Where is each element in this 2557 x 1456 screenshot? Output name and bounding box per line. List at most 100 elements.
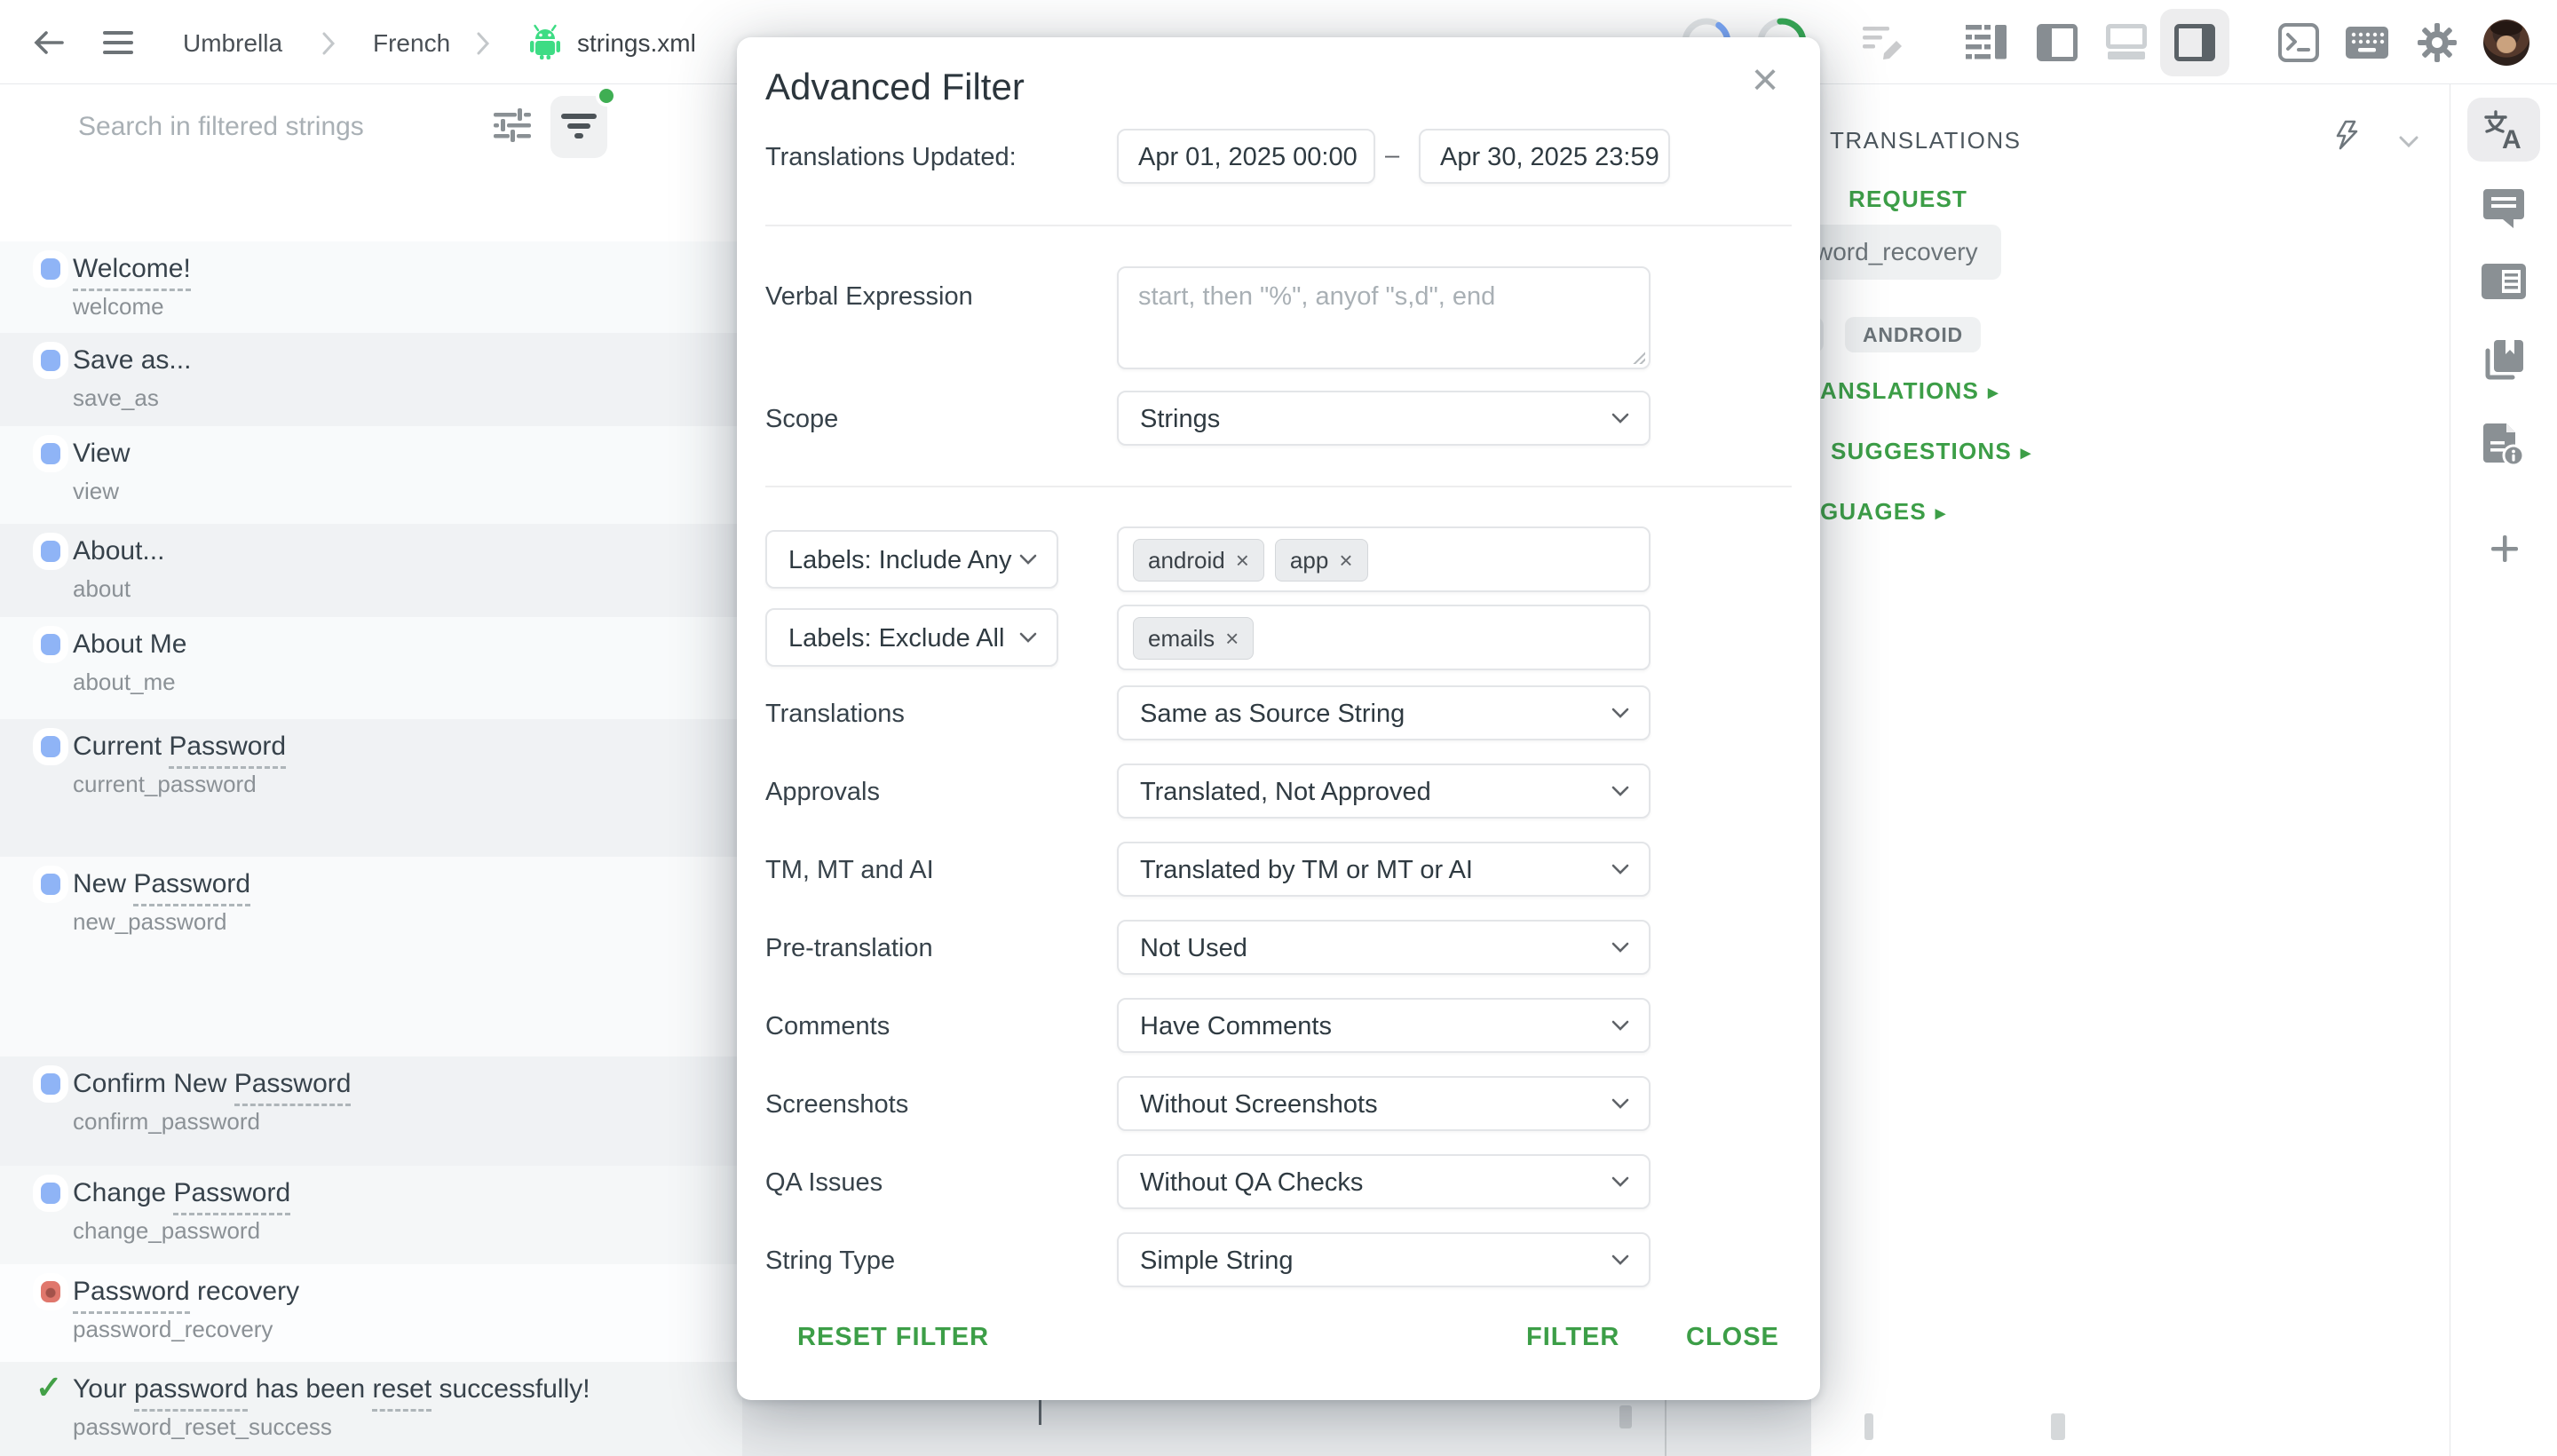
label-chip[interactable]: android× bbox=[1133, 539, 1264, 582]
date-from-input[interactable]: Apr 01, 2025 00:00 bbox=[1117, 129, 1375, 184]
editor-glyph bbox=[2051, 1413, 2065, 1440]
breadcrumb-file[interactable]: strings.xml bbox=[577, 29, 696, 57]
source-string-text: Current Password bbox=[73, 732, 286, 762]
filter-icon bbox=[561, 114, 597, 140]
text-cursor bbox=[1039, 1400, 1041, 1425]
status-translated-bullet bbox=[41, 541, 60, 562]
approved-check-icon: ✓ bbox=[36, 1369, 62, 1406]
terminal-icon[interactable] bbox=[2278, 23, 2319, 62]
pin-icon[interactable] bbox=[2333, 120, 2365, 159]
select-tm-mt-and-ai[interactable]: Translated by TM or MT or AI bbox=[1117, 842, 1651, 897]
chevron-down-icon bbox=[1019, 554, 1037, 565]
request-button[interactable]: REQUEST bbox=[1848, 186, 1967, 213]
gear-icon[interactable] bbox=[2417, 22, 2458, 63]
select-string-type[interactable]: Simple String bbox=[1117, 1232, 1651, 1287]
breadcrumb-project[interactable]: Umbrella bbox=[183, 29, 282, 57]
expand-arrow-icon: ▸ bbox=[1988, 381, 1999, 403]
status-translated-bullet bbox=[41, 443, 60, 464]
panel-section-suggestions[interactable]: SUGGESTIONS▸ bbox=[1831, 438, 2031, 465]
select-qa-issues[interactable]: Without QA Checks bbox=[1117, 1154, 1651, 1209]
glossary-icon[interactable] bbox=[2482, 340, 2523, 381]
back-icon[interactable] bbox=[32, 27, 66, 59]
edit-context-icon[interactable] bbox=[1863, 23, 1909, 64]
right-icon-rail: A bbox=[2450, 84, 2557, 1456]
date-range-separator: – bbox=[1385, 141, 1399, 170]
editor-glyph bbox=[1619, 1405, 1632, 1428]
string-row[interactable]: Confirm New Passwordconfirm_password bbox=[0, 1056, 742, 1166]
select-scope[interactable]: Strings bbox=[1117, 391, 1651, 446]
close-button[interactable]: CLOSE bbox=[1686, 1323, 1779, 1352]
remove-chip-icon[interactable]: × bbox=[1339, 547, 1352, 574]
breadcrumb-language[interactable]: French bbox=[373, 29, 450, 57]
glossary-term: Password bbox=[234, 1069, 352, 1106]
file-info-icon[interactable] bbox=[2483, 423, 2524, 466]
select-pre-translation[interactable]: Not Used bbox=[1117, 920, 1651, 975]
string-row[interactable]: Viewview bbox=[0, 426, 742, 524]
string-row[interactable]: ✓Your password has been reset successful… bbox=[0, 1362, 742, 1456]
panel-section-guages[interactable]: GUAGES▸ bbox=[1820, 498, 1946, 526]
select-approvals[interactable]: Translated, Not Approved bbox=[1117, 764, 1651, 819]
label-chip[interactable]: app× bbox=[1275, 539, 1368, 582]
tune-icon[interactable] bbox=[494, 107, 531, 143]
article-icon[interactable] bbox=[2482, 264, 2526, 299]
string-row[interactable]: About...about bbox=[0, 524, 742, 617]
string-key: current_password bbox=[73, 771, 257, 798]
chevron-down-icon[interactable] bbox=[2399, 136, 2418, 148]
labels-tag-field[interactable]: emails× bbox=[1117, 605, 1651, 670]
translate-icon[interactable]: A bbox=[2482, 109, 2525, 152]
comment-icon[interactable] bbox=[2483, 189, 2524, 228]
panel-right-icon[interactable] bbox=[2174, 24, 2215, 61]
close-icon[interactable]: × bbox=[1738, 53, 1792, 107]
verbal-expression-input[interactable]: start, then "%", anyof "s,d", end bbox=[1117, 266, 1651, 369]
source-string-text: Confirm New Password bbox=[73, 1069, 351, 1099]
table-view-icon[interactable] bbox=[1966, 23, 2008, 62]
labels-mode-select[interactable]: Labels: Exclude All bbox=[765, 608, 1058, 667]
avatar[interactable] bbox=[2483, 20, 2529, 66]
breadcrumb-language-wrap: French bbox=[373, 29, 450, 58]
string-row[interactable]: Welcome!welcome bbox=[0, 241, 742, 333]
search-input[interactable] bbox=[78, 104, 460, 150]
resize-handle[interactable] bbox=[1631, 350, 1645, 364]
label-chip[interactable]: emails× bbox=[1133, 617, 1254, 660]
glossary-term: Password bbox=[73, 1277, 190, 1314]
menu-icon[interactable] bbox=[103, 31, 133, 54]
glossary-term: Welcome! bbox=[73, 254, 191, 291]
string-key: change_password bbox=[73, 1217, 260, 1245]
add-panel-icon[interactable] bbox=[2490, 534, 2520, 564]
keyboard-icon[interactable] bbox=[2346, 27, 2388, 59]
labels-mode-select[interactable]: Labels: Include Any bbox=[765, 530, 1058, 589]
labels-tag-field[interactable]: android× app× bbox=[1117, 526, 1651, 592]
source-strings-panel: SOURCE STRING Welcome!welcomeSave as...s… bbox=[0, 84, 742, 1456]
date-to-input[interactable]: Apr 30, 2025 23:59 bbox=[1419, 129, 1670, 184]
glossary-term: password bbox=[134, 1374, 248, 1412]
string-row[interactable]: Current Password current_password bbox=[0, 719, 742, 857]
panel-section-anslations[interactable]: ANSLATIONS▸ bbox=[1820, 377, 1999, 405]
select-screenshots[interactable]: Without Screenshots bbox=[1117, 1076, 1651, 1131]
string-row[interactable]: New Passwordnew_password bbox=[0, 857, 742, 1056]
field-label: Comments bbox=[765, 1012, 890, 1041]
string-row[interactable]: Change Password change_password bbox=[0, 1166, 742, 1264]
source-string-text: New Password bbox=[73, 869, 250, 899]
select-comments[interactable]: Have Comments bbox=[1117, 998, 1651, 1053]
advanced-filter-modal: Advanced Filter × Translations Updated:A… bbox=[737, 37, 1820, 1400]
source-string-text: Password recovery bbox=[73, 1277, 299, 1307]
source-string-text: Save as... bbox=[73, 345, 191, 376]
string-key: welcome bbox=[73, 293, 164, 320]
panel-left-icon[interactable] bbox=[2037, 24, 2078, 61]
string-row[interactable]: Save as...save_as bbox=[0, 333, 742, 426]
panel-bottom-icon[interactable] bbox=[2106, 24, 2147, 61]
select-translations[interactable]: Same as Source String bbox=[1117, 685, 1651, 740]
status-translated-bullet bbox=[41, 634, 60, 655]
string-row[interactable]: About Meabout_me bbox=[0, 617, 742, 719]
filter-button-apply[interactable]: FILTER bbox=[1526, 1323, 1619, 1352]
chevron-down-icon bbox=[1611, 786, 1629, 796]
chevron-down-icon bbox=[1611, 942, 1629, 953]
string-row[interactable]: Password recoverypassword_recovery bbox=[0, 1264, 742, 1362]
divider bbox=[765, 225, 1792, 226]
reset-filter-button[interactable]: RESET FILTER bbox=[797, 1323, 989, 1352]
remove-chip-icon[interactable]: × bbox=[1236, 547, 1249, 574]
source-string-text: Change Password bbox=[73, 1178, 290, 1208]
filter-button[interactable] bbox=[550, 96, 607, 158]
expand-arrow-icon: ▸ bbox=[2021, 441, 2031, 463]
remove-chip-icon[interactable]: × bbox=[1225, 625, 1239, 653]
